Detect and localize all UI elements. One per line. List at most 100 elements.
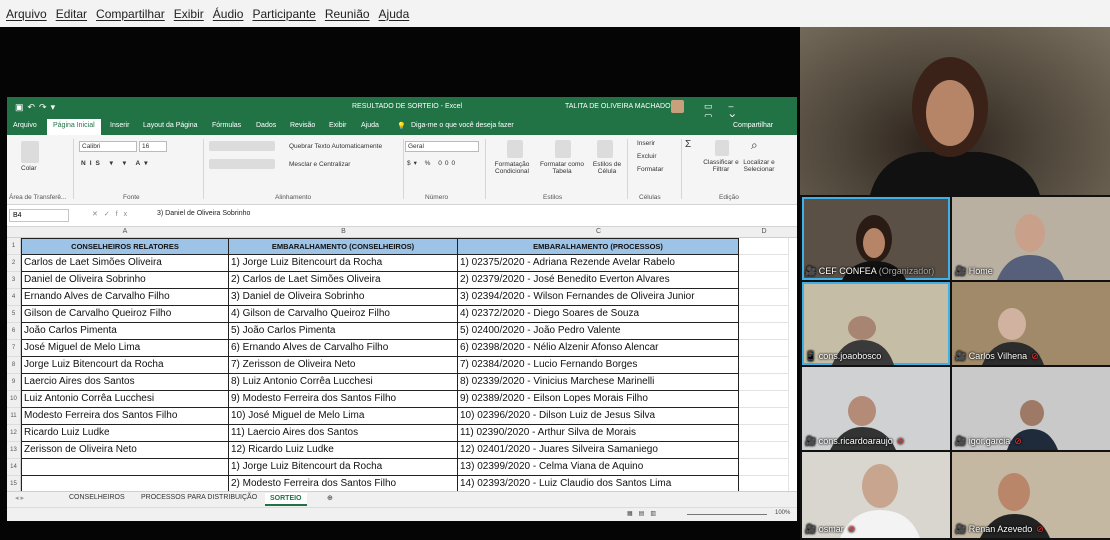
participant-tile-cef-confea[interactable]: 🎥 CEF CONFEA (Organizador) bbox=[802, 197, 950, 280]
participant-tile-home[interactable]: 🎥 Home bbox=[952, 197, 1110, 280]
table-cell[interactable]: 12) 02401/2020 - Juares Silveira Samanie… bbox=[458, 442, 739, 459]
formula-icons[interactable]: ✕✓fx bbox=[92, 210, 133, 218]
sheet-tab-sorteio[interactable]: SORTEIO bbox=[265, 493, 307, 506]
table-cell[interactable] bbox=[739, 374, 789, 391]
table-cell[interactable]: 9) Modesto Ferreira dos Santos Filho bbox=[229, 391, 458, 408]
tab-exibir[interactable]: Exibir bbox=[329, 122, 347, 129]
align-buttons-icon[interactable] bbox=[209, 141, 275, 151]
table-cell[interactable]: 2) Carlos de Laet Simões Oliveira bbox=[229, 272, 458, 289]
table-cell[interactable] bbox=[739, 306, 789, 323]
row-number[interactable]: 12 bbox=[7, 425, 21, 442]
menu-audio[interactable]: Áudio bbox=[213, 7, 244, 21]
table-cell[interactable]: 11) Laercio Aires dos Santos bbox=[229, 425, 458, 442]
table-cell[interactable]: 2) 02379/2020 - José Benedito Everton Al… bbox=[458, 272, 739, 289]
participant-tile-joaobosco[interactable]: 📱 cons.joaobosco bbox=[802, 282, 950, 365]
wrap-text-button[interactable]: Quebrar Texto Automaticamente bbox=[289, 143, 382, 150]
table-cell[interactable]: 7) 02384/2020 - Lucio Fernando Borges bbox=[458, 357, 739, 374]
table-cell[interactable] bbox=[739, 272, 789, 289]
table-cell[interactable]: Daniel de Oliveira Sobrinho bbox=[21, 272, 229, 289]
row-number[interactable]: 6 bbox=[7, 323, 21, 340]
search-icon[interactable]: ⌕ bbox=[751, 138, 758, 153]
table-cell[interactable] bbox=[739, 459, 789, 476]
column-header-d[interactable]: D bbox=[739, 228, 789, 235]
participant-tile-renan-azevedo[interactable]: 🎥 Renan Azevedo ⊘ bbox=[952, 452, 1110, 538]
table-cell[interactable] bbox=[21, 459, 229, 476]
table-cell[interactable]: 3) 02394/2020 - Wilson Fernandes de Oliv… bbox=[458, 289, 739, 306]
formula-input[interactable]: 3) Daniel de Oliveira Sobrinho bbox=[157, 210, 250, 217]
row-number[interactable]: 3 bbox=[7, 272, 21, 289]
table-cell[interactable]: José Miguel de Melo Lima bbox=[21, 340, 229, 357]
tab-ajuda[interactable]: Ajuda bbox=[361, 122, 379, 129]
menu-arquivo[interactable]: Arquivo bbox=[6, 7, 47, 21]
paste-icon[interactable] bbox=[21, 141, 39, 163]
font-style-buttons[interactable]: NIS ▾ ▾ A▾ bbox=[81, 159, 152, 167]
number-buttons[interactable]: $▾ % 000 bbox=[407, 159, 458, 167]
tab-revisao[interactable]: Revisão bbox=[290, 122, 315, 129]
insert-cells-button[interactable]: Inserir bbox=[637, 140, 655, 147]
table-cell[interactable] bbox=[739, 340, 789, 357]
table-cell[interactable]: 7) Zerisson de Oliveira Neto bbox=[229, 357, 458, 374]
autosum-icon[interactable]: Σ bbox=[685, 139, 691, 150]
table-cell[interactable]: 10) José Miguel de Melo Lima bbox=[229, 408, 458, 425]
sheet-tab-processos[interactable]: PROCESSOS PARA DISTRIBUIÇÃO bbox=[141, 494, 257, 501]
row-number[interactable]: 13 bbox=[7, 442, 21, 459]
table-cell[interactable]: 13) 02399/2020 - Celma Viana de Aquino bbox=[458, 459, 739, 476]
delete-cells-button[interactable]: Excluir bbox=[637, 153, 657, 160]
table-cell[interactable]: Luiz Antonio Corrêa Lucchesi bbox=[21, 391, 229, 408]
header-cell[interactable]: CONSELHEIROS RELATORES bbox=[21, 238, 229, 255]
header-cell[interactable]: EMBARALHAMENTO (PROCESSOS) bbox=[458, 238, 739, 255]
merge-center-button[interactable]: Mesclar e Centralizar bbox=[289, 161, 350, 168]
user-avatar[interactable] bbox=[671, 100, 684, 113]
menu-editar[interactable]: Editar bbox=[56, 7, 87, 21]
tell-me-box[interactable]: Diga-me o que você deseja fazer bbox=[411, 122, 514, 129]
table-cell[interactable]: 8) 02339/2020 - Vinicius Marchese Marine… bbox=[458, 374, 739, 391]
table-cell[interactable] bbox=[739, 357, 789, 374]
table-cell[interactable] bbox=[739, 442, 789, 459]
conditional-format-icon[interactable] bbox=[507, 140, 523, 158]
tab-dados[interactable]: Dados bbox=[256, 122, 276, 129]
table-cell[interactable]: 4) Gilson de Carvalho Queiroz Filho bbox=[229, 306, 458, 323]
table-cell[interactable]: 1) Jorge Luiz Bitencourt da Rocha bbox=[229, 459, 458, 476]
format-table-icon[interactable] bbox=[555, 140, 571, 158]
menu-participante[interactable]: Participante bbox=[252, 7, 315, 21]
format-cells-button[interactable]: Formatar bbox=[637, 166, 663, 173]
header-cell[interactable]: EMBARALHAMENTO (CONSELHEIROS) bbox=[229, 238, 458, 255]
row-number[interactable]: 5 bbox=[7, 306, 21, 323]
table-cell[interactable]: Gilson de Carvalho Queiroz Filho bbox=[21, 306, 229, 323]
view-buttons[interactable]: ▦▤▥ bbox=[627, 510, 662, 517]
table-cell[interactable]: Modesto Ferreira dos Santos Filho bbox=[21, 408, 229, 425]
table-cell[interactable]: Zerisson de Oliveira Neto bbox=[21, 442, 229, 459]
row-number[interactable]: 7 bbox=[7, 340, 21, 357]
table-cell[interactable]: 6) 02398/2020 - Nélio Alzenir Afonso Ale… bbox=[458, 340, 739, 357]
row-number[interactable]: 8 bbox=[7, 357, 21, 374]
align-buttons-icon[interactable] bbox=[209, 159, 275, 169]
table-cell[interactable]: 8) Luiz Antonio Corrêa Lucchesi bbox=[229, 374, 458, 391]
table-cell[interactable]: João Carlos Pimenta bbox=[21, 323, 229, 340]
menu-exibir[interactable]: Exibir bbox=[174, 7, 204, 21]
zoom-level[interactable]: 100% bbox=[775, 510, 790, 516]
menu-ajuda[interactable]: Ajuda bbox=[379, 7, 410, 21]
row-number[interactable]: 10 bbox=[7, 391, 21, 408]
table-cell[interactable]: 12) Ricardo Luiz Ludke bbox=[229, 442, 458, 459]
menu-reuniao[interactable]: Reunião bbox=[325, 7, 370, 21]
row-number[interactable]: 14 bbox=[7, 459, 21, 476]
table-cell[interactable]: 4) 02372/2020 - Diego Soares de Souza bbox=[458, 306, 739, 323]
tab-formulas[interactable]: Fórmulas bbox=[212, 122, 241, 129]
participant-tile-osmar[interactable]: 🎥 osmar ⊘ bbox=[802, 452, 950, 538]
number-format-box[interactable]: Geral bbox=[405, 141, 479, 152]
row-number[interactable]: 4 bbox=[7, 289, 21, 306]
participant-tile-ricardoaraujo[interactable]: 🎥 cons.ricardoaraujo ⊘ bbox=[802, 367, 950, 450]
table-cell[interactable] bbox=[739, 391, 789, 408]
table-cell[interactable]: 1) Jorge Luiz Bitencourt da Rocha bbox=[229, 255, 458, 272]
table-cell[interactable]: 6) Ernando Alves de Carvalho Filho bbox=[229, 340, 458, 357]
table-cell[interactable]: Laercio Aires dos Santos bbox=[21, 374, 229, 391]
quick-access-icons[interactable]: ▣↶↷▾ bbox=[15, 102, 59, 113]
row-number[interactable]: 9 bbox=[7, 374, 21, 391]
tab-layout[interactable]: Layout da Página bbox=[143, 122, 198, 129]
table-cell[interactable]: Ernando Alves de Carvalho Filho bbox=[21, 289, 229, 306]
font-name-box[interactable]: Calibri bbox=[79, 141, 137, 152]
table-cell[interactable]: 5) 02400/2020 - João Pedro Valente bbox=[458, 323, 739, 340]
table-cell[interactable] bbox=[739, 408, 789, 425]
table-cell[interactable]: Carlos de Laet Simões Oliveira bbox=[21, 255, 229, 272]
column-header-c[interactable]: C bbox=[458, 228, 739, 235]
